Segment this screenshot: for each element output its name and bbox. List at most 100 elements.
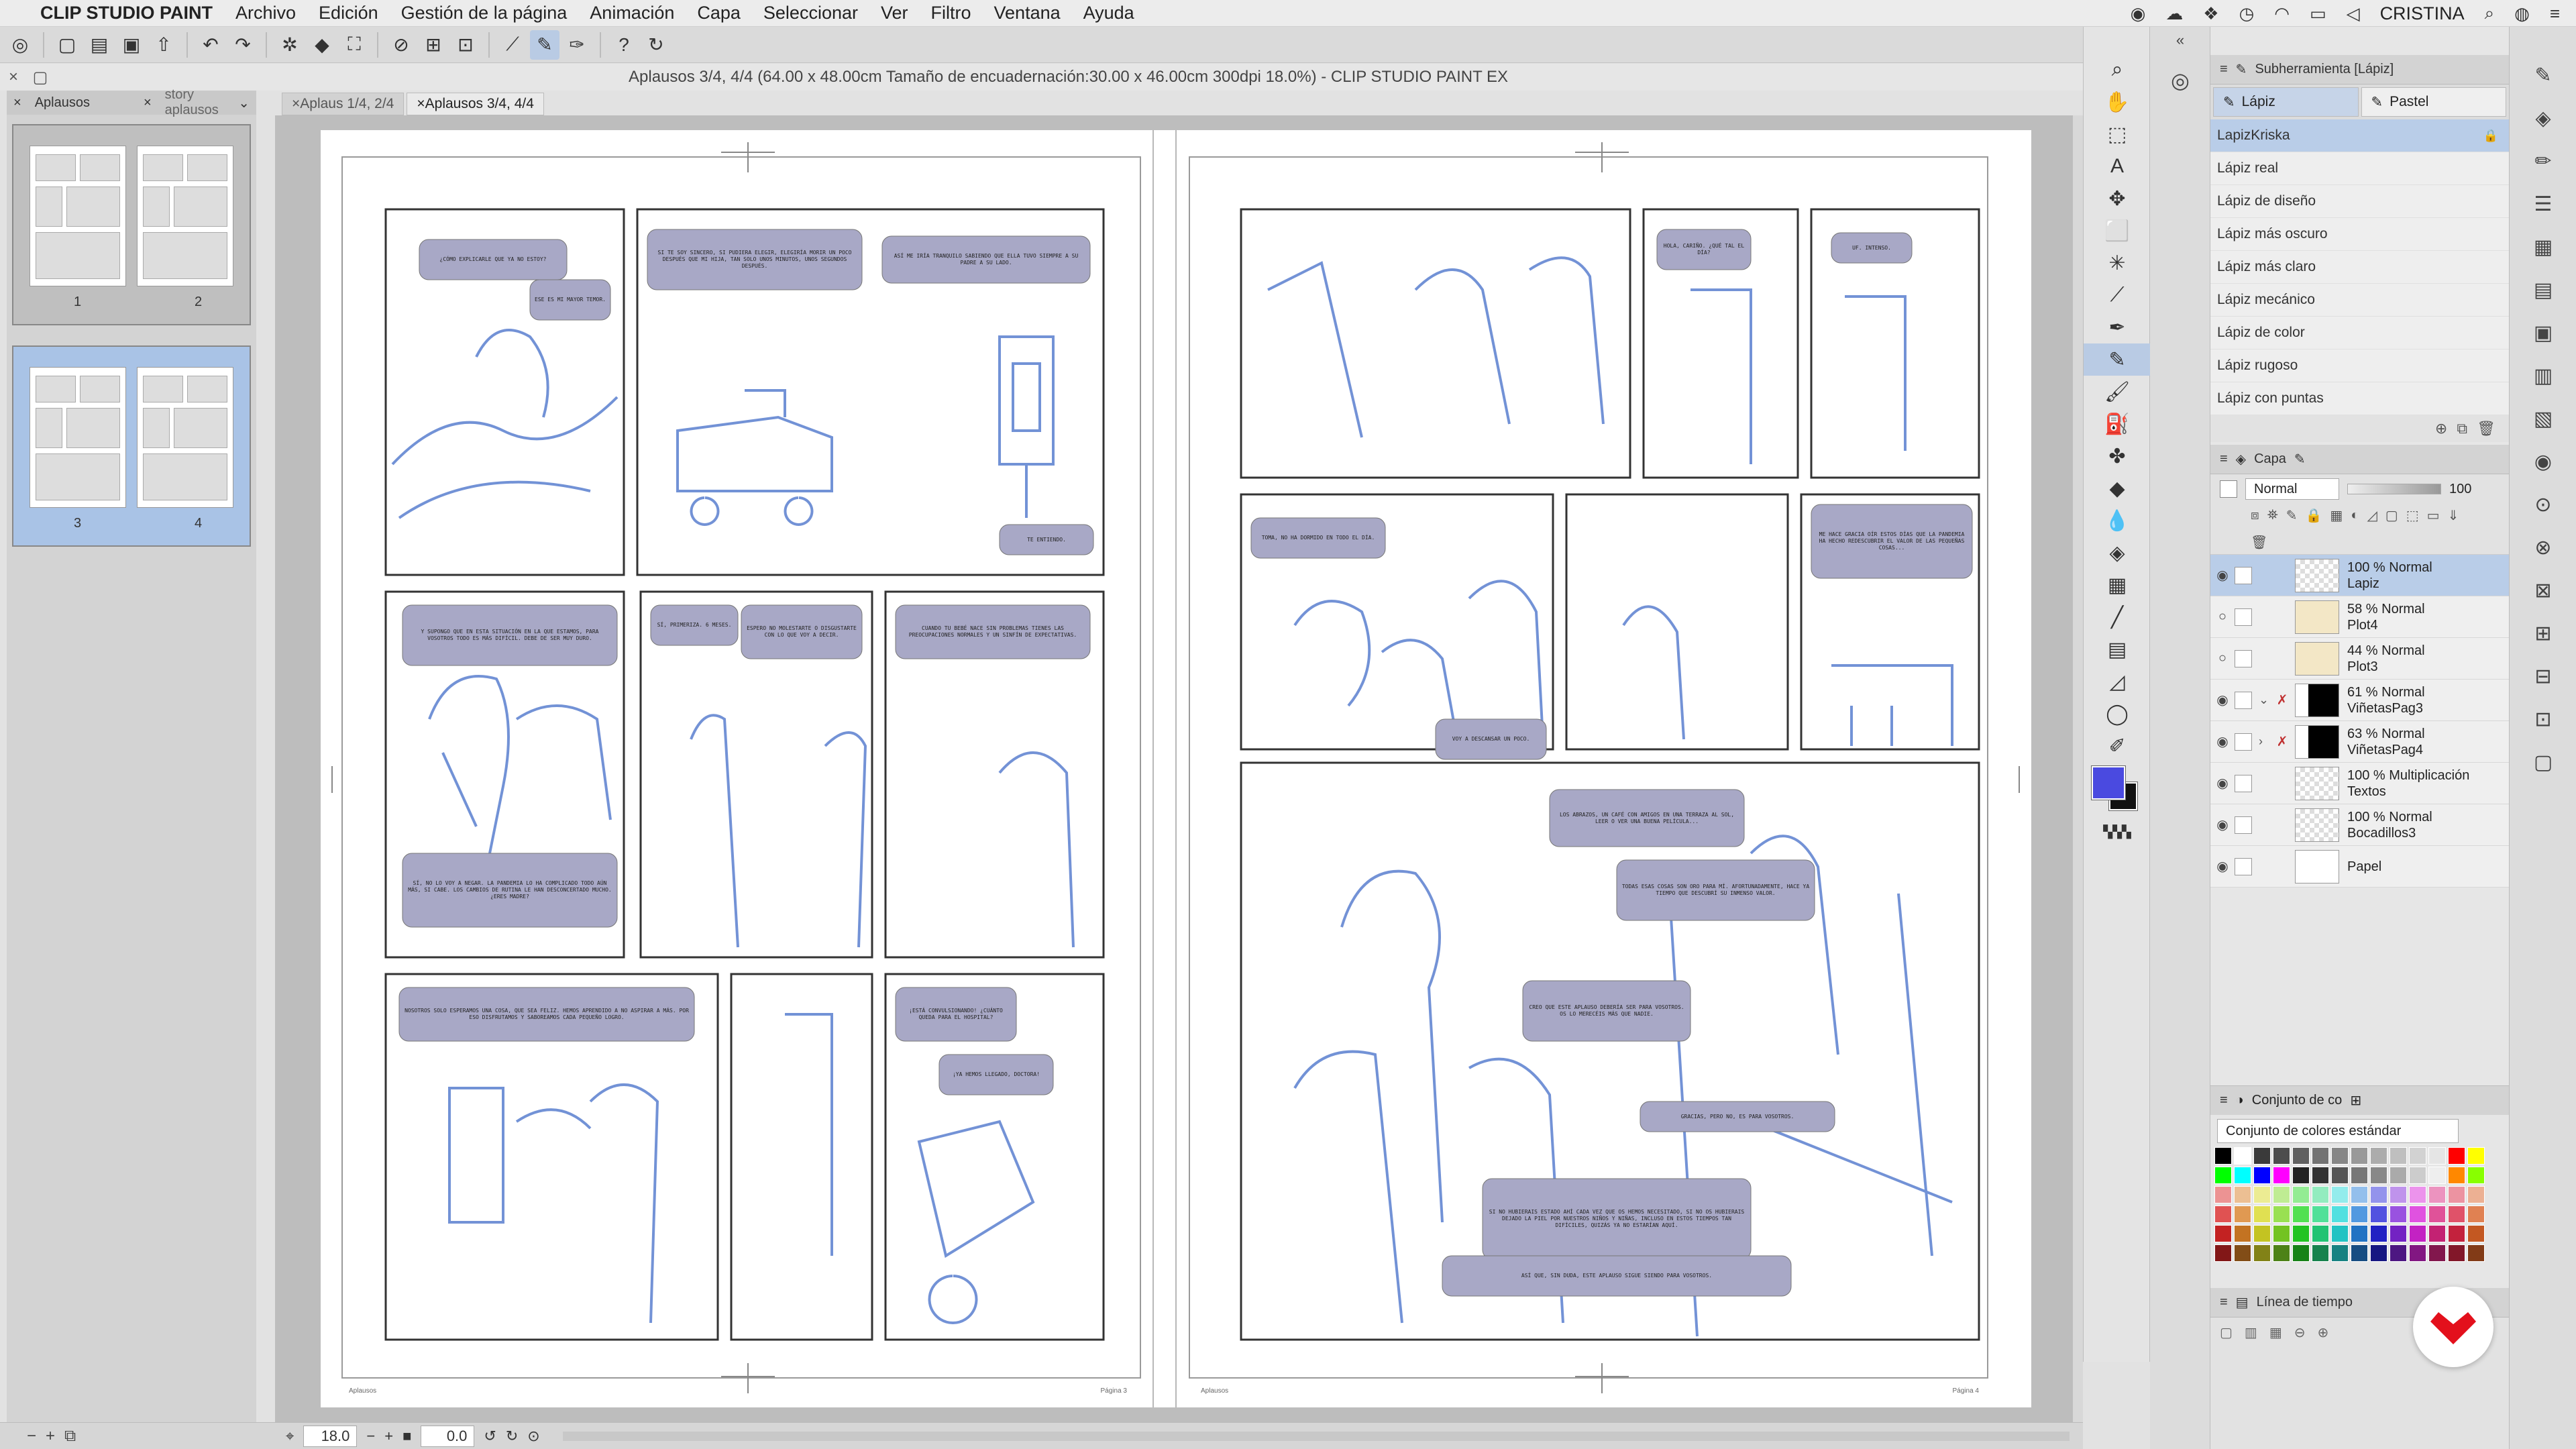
blend-tool-icon[interactable]: 💧 — [2084, 504, 2151, 537]
color-swatch[interactable] — [2409, 1186, 2426, 1203]
rotate-right-icon[interactable]: ↻ — [506, 1428, 518, 1445]
color-swatch[interactable] — [2292, 1147, 2310, 1165]
folder-expand-icon[interactable]: › — [2259, 735, 2273, 749]
page-thumbnail[interactable] — [137, 367, 233, 508]
color-swatch[interactable] — [2312, 1244, 2329, 1262]
color-swatch[interactable] — [2370, 1147, 2387, 1165]
zoom-in-icon[interactable]: ⊕ — [2317, 1324, 2328, 1341]
zoom-field[interactable]: 18.0 — [303, 1425, 358, 1447]
layer-property-icon[interactable]: ◈ — [2510, 97, 2576, 140]
layer-row[interactable]: ◉ 100 % Normal Bocadillos3 — [2210, 804, 2509, 846]
notification-center-icon[interactable]: ≡ — [2550, 3, 2560, 24]
layer-checkbox[interactable] — [2235, 608, 2252, 626]
color-swatch[interactable] — [2273, 1147, 2290, 1165]
subtool-item[interactable]: Lápiz más oscuro — [2210, 218, 2509, 251]
zoom-out-icon[interactable]: ⊖ — [2294, 1324, 2306, 1341]
color-swatch[interactable] — [2448, 1225, 2465, 1242]
eye-icon[interactable]: ◉ — [2210, 567, 2235, 584]
opacity-slider[interactable] — [2347, 484, 2441, 494]
color-swatch[interactable] — [2467, 1167, 2485, 1184]
color-swatch[interactable] — [2467, 1205, 2485, 1223]
clip-layer-icon[interactable]: ⧈ — [2251, 508, 2259, 523]
close-icon[interactable]: × — [7, 95, 28, 111]
color-swatch[interactable] — [2331, 1147, 2349, 1165]
new-timeline-icon[interactable]: ▢ — [2220, 1324, 2233, 1341]
page-tab-aplausos[interactable]: Aplausos — [28, 95, 97, 111]
new-vector-layer-icon[interactable]: ⬚ — [2406, 507, 2419, 524]
subtool-tab-1[interactable]: ✎ Pastel — [2361, 87, 2506, 117]
layer-row[interactable]: ◉ ⌄ ✗ 61 % Normal ViñetasPag3 — [2210, 680, 2509, 721]
menu-6[interactable]: Ver — [881, 3, 908, 23]
foreground-color-swatch[interactable] — [2091, 765, 2126, 800]
color-swatch[interactable] — [2390, 1167, 2407, 1184]
menu-4[interactable]: Capa — [697, 3, 741, 23]
menu-5[interactable]: Seleccionar — [763, 3, 858, 23]
save-icon[interactable]: ▣ — [117, 30, 146, 60]
color-swatch[interactable] — [2292, 1167, 2310, 1184]
color-swatch[interactable] — [2351, 1147, 2368, 1165]
layer-row[interactable]: ◉ 100 % Normal Lapiz — [2210, 555, 2509, 596]
color-swatch[interactable] — [2448, 1186, 2465, 1203]
canvas-area[interactable]: ¿CÓMO EXPLICARLE QUE YA NO ESTOY? ESE ES … — [275, 115, 2083, 1422]
upload-icon[interactable]: ⇧ — [149, 30, 178, 60]
brand-logo-button[interactable] — [2413, 1287, 2493, 1367]
layer-checkbox[interactable] — [2235, 857, 2252, 875]
color-swatch[interactable] — [2448, 1167, 2465, 1184]
chevron-down-icon[interactable]: ⌄ — [231, 95, 256, 111]
operation-tool-icon[interactable]: ⬚ — [2084, 118, 2151, 150]
hand-tool-icon[interactable]: ✋ — [2084, 86, 2151, 118]
layer-row[interactable]: ○ 58 % Normal Plot4 — [2210, 596, 2509, 638]
menu-3[interactable]: Animación — [590, 3, 674, 23]
color-swatch[interactable] — [2253, 1147, 2271, 1165]
duplicate-subtool-icon[interactable]: ⧉ — [2457, 420, 2467, 437]
color-swatch[interactable] — [2214, 1225, 2232, 1242]
subtool-item[interactable]: Lápiz mecánico — [2210, 284, 2509, 317]
color-history-icon[interactable]: ⊞ — [2350, 1092, 2361, 1109]
color-swatch[interactable] — [2467, 1225, 2485, 1242]
subtool-item[interactable]: Lápiz de color — [2210, 317, 2509, 350]
color-swatch[interactable] — [2273, 1167, 2290, 1184]
eye-icon[interactable]: ○ — [2210, 609, 2235, 625]
eye-icon[interactable]: ◉ — [2210, 816, 2235, 833]
color-circle-icon[interactable]: ▦ — [2510, 225, 2576, 268]
layer-checkbox[interactable] — [2235, 774, 2252, 792]
color-swatch[interactable] — [2390, 1186, 2407, 1203]
layer-checkbox[interactable] — [2235, 691, 2252, 709]
sub-view-icon[interactable]: ◉ — [2510, 440, 2576, 483]
restore-window-icon[interactable]: ▢ — [27, 68, 54, 87]
approximate-color-icon[interactable]: ▥ — [2510, 354, 2576, 397]
layer-row[interactable]: ◉ › ✗ 63 % Normal ViñetasPag4 — [2210, 721, 2509, 763]
document-tab-0[interactable]: × Aplaus 1/4, 2/4 — [282, 93, 405, 115]
figure-tool-icon[interactable]: ╱ — [2084, 601, 2151, 633]
brush-size-icon[interactable]: ✏ — [2510, 140, 2576, 182]
app-name[interactable]: CLIP STUDIO PAINT — [40, 3, 213, 23]
zoom-out-icon[interactable]: − — [366, 1428, 375, 1445]
new-folder-icon[interactable]: ▭ — [2427, 507, 2440, 524]
material-icon[interactable]: ⊗ — [2510, 526, 2576, 569]
color-swatch[interactable] — [2467, 1186, 2485, 1203]
animation-cels-icon[interactable]: ▢ — [2510, 741, 2576, 784]
close-icon[interactable]: × — [292, 96, 300, 112]
color-swatch[interactable] — [2214, 1244, 2232, 1262]
pen-pressure-icon[interactable]: ✎ — [530, 30, 559, 60]
navigator-icon[interactable]: ▧ — [2510, 397, 2576, 440]
spotlight-search-icon[interactable]: ⌕ — [2485, 3, 2495, 24]
snap-special-ruler-icon[interactable]: ⊡ — [451, 30, 480, 60]
page-spread-1[interactable]: 34 — [12, 345, 251, 547]
color-swatch[interactable] — [2234, 1205, 2251, 1223]
subtool-detail-icon[interactable]: ✎ — [2510, 54, 2576, 97]
color-swatch[interactable] — [2234, 1225, 2251, 1242]
color-swatch[interactable] — [2370, 1205, 2387, 1223]
menu-9[interactable]: Ayuda — [1083, 3, 1134, 23]
vector-icon[interactable]: ✑ — [562, 30, 592, 60]
record-icon[interactable]: ◉ — [2131, 3, 2146, 24]
color-swatch[interactable] — [2331, 1244, 2349, 1262]
layer-checkbox[interactable] — [2235, 733, 2252, 751]
tool-property-icon[interactable]: ☰ — [2510, 182, 2576, 225]
color-swatch[interactable] — [2351, 1167, 2368, 1184]
decoration-tool-icon[interactable]: ✤ — [2084, 440, 2151, 472]
color-swatch[interactable] — [2428, 1225, 2446, 1242]
opacity-value[interactable]: 100 — [2449, 482, 2483, 497]
transparent-color-icon[interactable]: ▚▚▚ — [2084, 816, 2151, 848]
pencil-icon[interactable]: ✎ — [2294, 451, 2306, 468]
